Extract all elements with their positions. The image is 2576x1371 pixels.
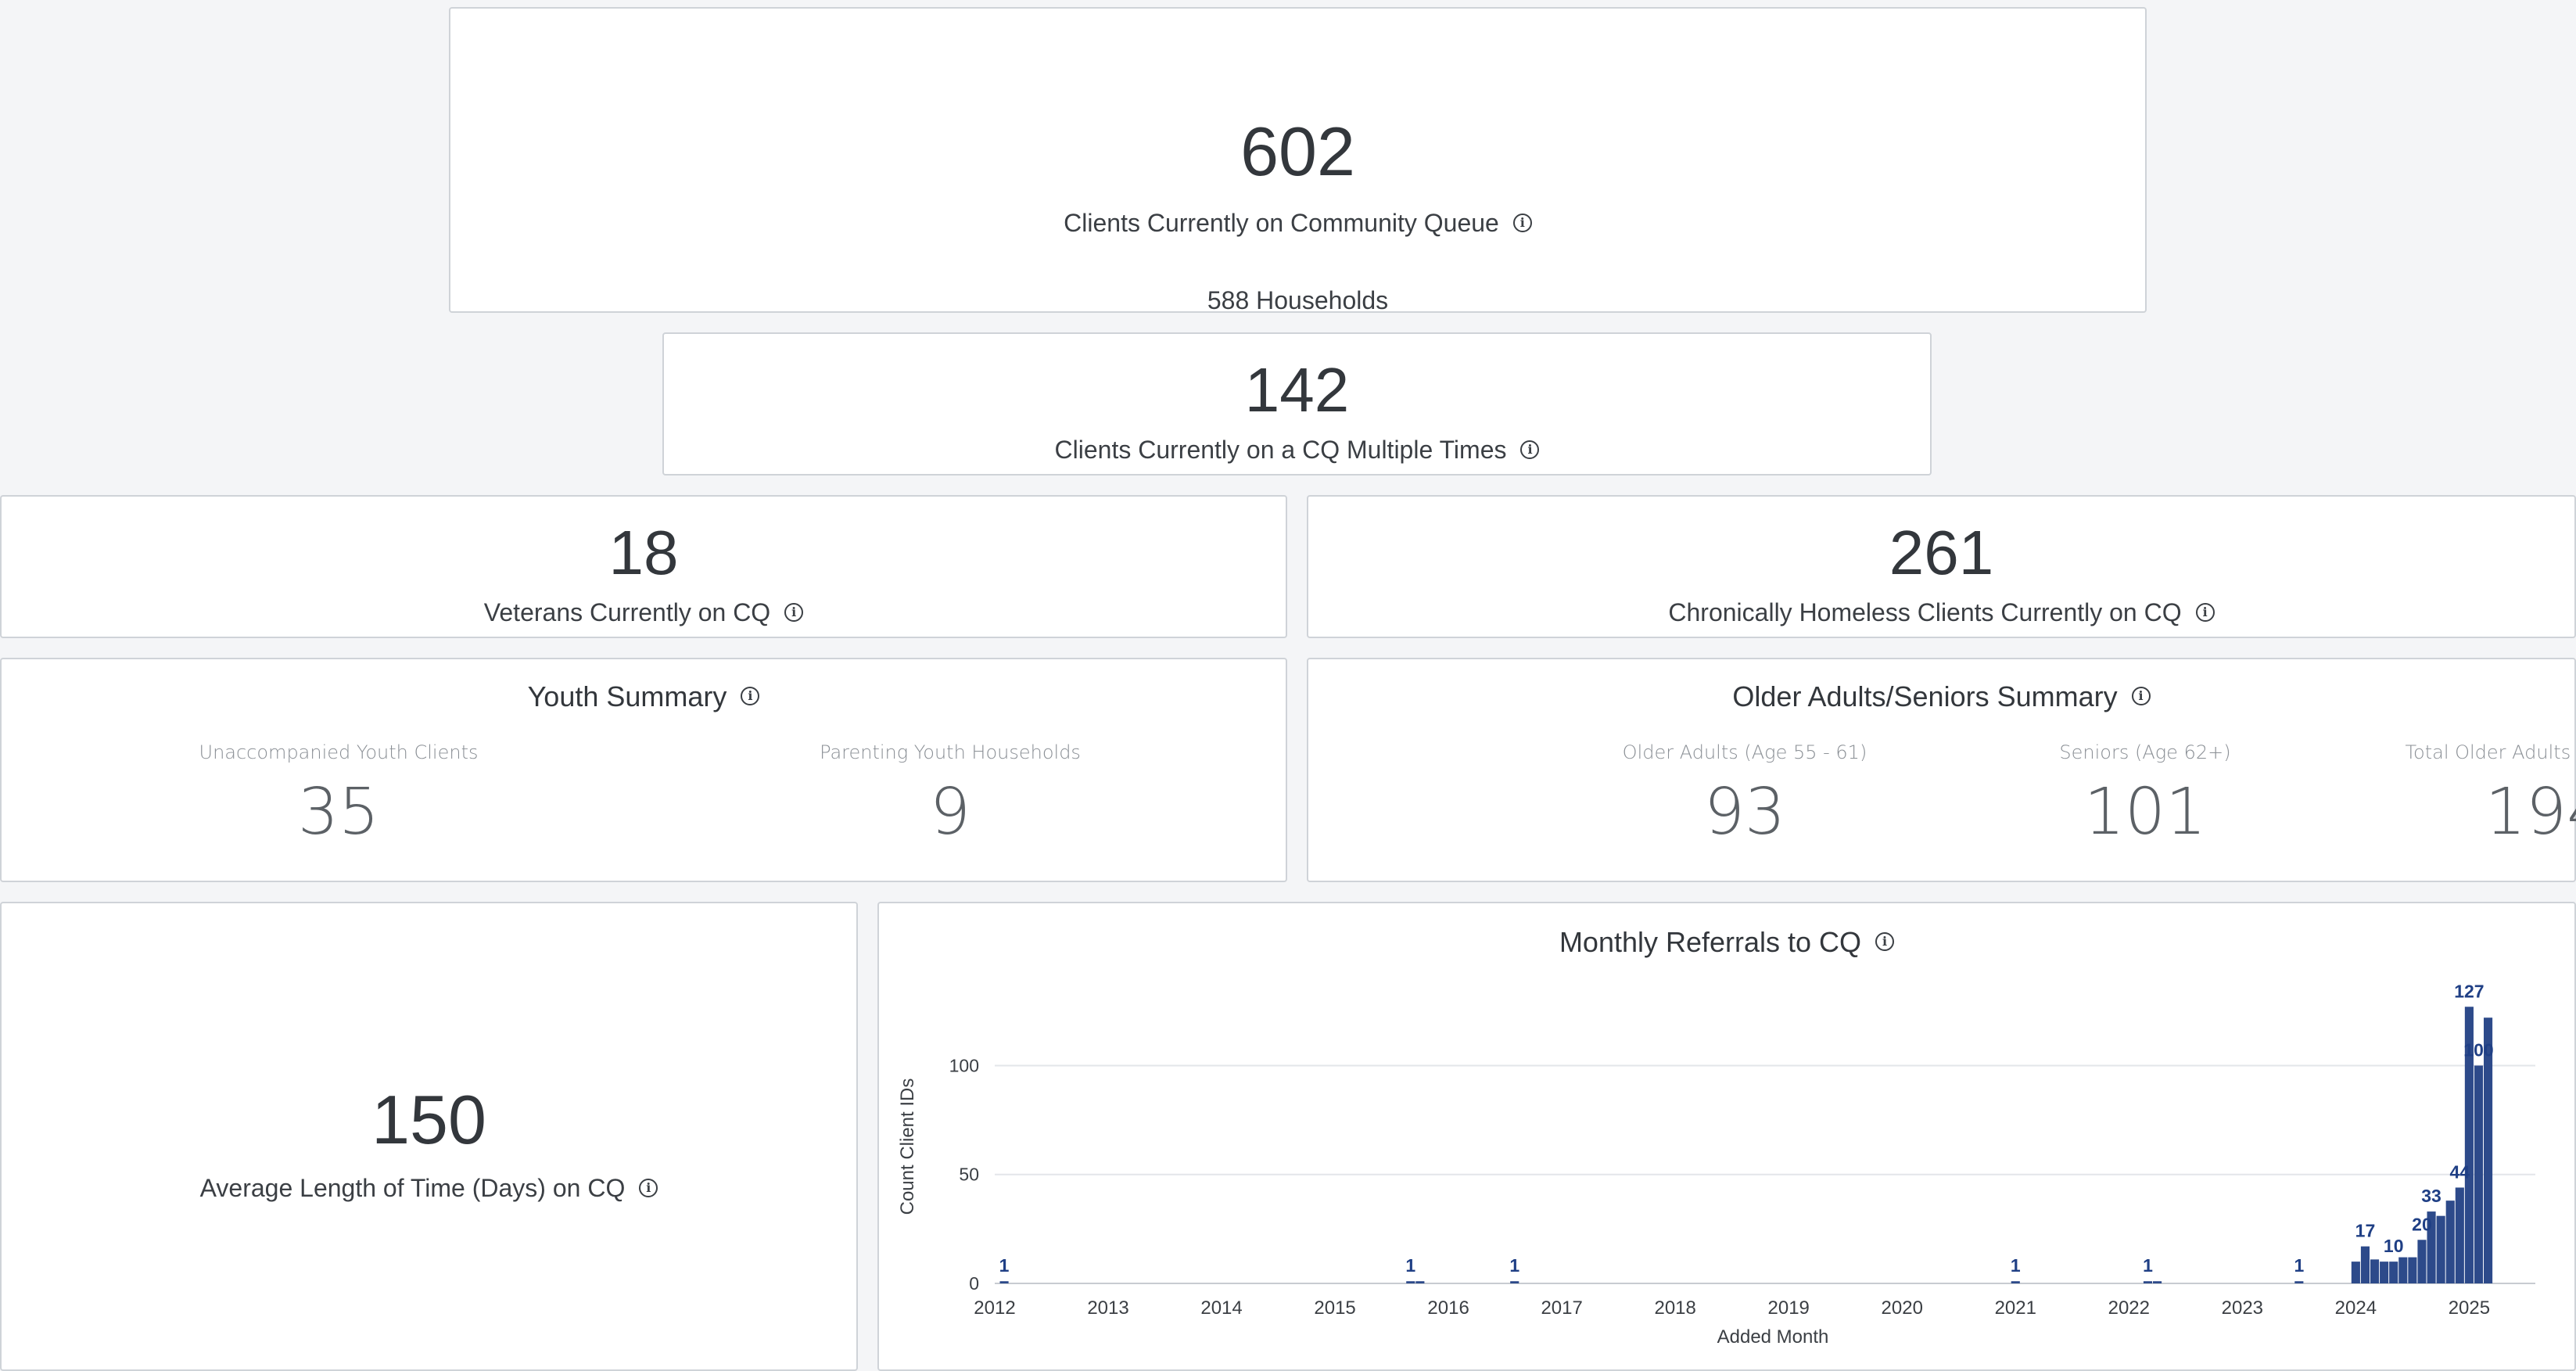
parenting-youth-label: Parenting Youth Households xyxy=(820,741,1081,763)
avg-time-label-row: Average Length of Time (Days) on CQ i xyxy=(2,1175,856,1201)
community-queue-label: Clients Currently on Community Queue xyxy=(1064,209,1499,237)
chart-bar[interactable] xyxy=(2360,1246,2370,1283)
chart-bar[interactable] xyxy=(2153,1281,2162,1283)
seniors-summary-card: Older Adults/Seniors Summary i Older Adul… xyxy=(1307,658,2576,882)
community-queue-label-row: Clients Currently on Community Queue i xyxy=(450,210,2145,235)
youth-summary-title: Youth Summary xyxy=(527,680,727,712)
y-tick-label: 50 xyxy=(959,1165,979,1185)
y-axis-label: Count Client IDs xyxy=(897,1078,918,1215)
community-queue-card: 602 Clients Currently on Community Queue… xyxy=(449,7,2147,313)
chart-bar[interactable] xyxy=(999,1281,1009,1283)
x-tick-label: 2012 xyxy=(974,1297,1015,1319)
veterans-card: 18 Veterans Currently on CQ i xyxy=(0,495,1287,638)
veterans-label: Veterans Currently on CQ xyxy=(483,598,771,626)
chart-bar[interactable] xyxy=(2011,1281,2020,1283)
y-tick-label: 0 xyxy=(969,1273,979,1294)
total-seniors-value: 194 xyxy=(2485,775,2576,849)
x-tick-label: 2019 xyxy=(1768,1297,1810,1319)
info-icon[interactable]: i xyxy=(741,687,760,706)
x-tick-label: 2016 xyxy=(1427,1297,1469,1319)
data-label: 1 xyxy=(1509,1255,1519,1276)
chart-bar[interactable] xyxy=(2436,1215,2445,1283)
data-label: 1 xyxy=(1405,1255,1415,1276)
x-tick-label: 2020 xyxy=(1882,1297,1923,1319)
chart-bar[interactable] xyxy=(2380,1262,2389,1283)
avg-time-card: 150 Average Length of Time (Days) on CQ i xyxy=(0,902,858,1371)
chart-bar[interactable] xyxy=(2445,1201,2455,1283)
seniors-summary-title-row: Older Adults/Seniors Summary i xyxy=(1308,683,2574,711)
x-tick-label: 2013 xyxy=(1087,1297,1128,1319)
data-label: 20 xyxy=(2412,1214,2432,1234)
data-label: 100 xyxy=(2463,1039,2493,1060)
chronic-homeless-card: 261 Chronically Homeless Clients Current… xyxy=(1307,495,2576,638)
data-label: 1 xyxy=(2294,1255,2304,1276)
chart-bar[interactable] xyxy=(2398,1257,2408,1283)
data-label: 127 xyxy=(2454,981,2484,1001)
avg-time-label: Average Length of Time (Days) on CQ xyxy=(199,1174,626,1202)
chart-bar[interactable] xyxy=(2455,1187,2464,1283)
chart-bar[interactable] xyxy=(1510,1281,1519,1283)
x-tick-label: 2017 xyxy=(1541,1297,1582,1319)
veterans-label-row: Veterans Currently on CQ i xyxy=(2,600,1286,625)
info-icon[interactable]: i xyxy=(2131,687,2151,706)
chart-bar[interactable] xyxy=(2389,1262,2398,1283)
chart-bar[interactable] xyxy=(1406,1281,1415,1283)
data-label: 1 xyxy=(2143,1255,2153,1276)
info-icon[interactable]: i xyxy=(1520,440,1540,459)
chart-bar[interactable] xyxy=(2417,1240,2427,1283)
seniors-value: 101 xyxy=(2083,775,2207,849)
veterans-count: 18 xyxy=(608,518,679,587)
info-icon[interactable]: i xyxy=(2195,602,2215,622)
chronic-homeless-count: 261 xyxy=(1889,518,1994,587)
households-count: 588 Households xyxy=(1207,286,1389,314)
x-tick-label: 2023 xyxy=(2222,1297,2263,1319)
chart-bar[interactable] xyxy=(2370,1259,2380,1283)
x-tick-label: 2018 xyxy=(1654,1297,1695,1319)
chart-bar[interactable] xyxy=(2294,1281,2304,1283)
data-label: 1 xyxy=(2011,1255,2021,1276)
older-adults-label: Older Adults (Age 55 - 61) xyxy=(1622,741,1867,763)
unaccompanied-youth-label: Unaccompanied Youth Clients xyxy=(199,741,479,763)
youth-summary-title-row: Youth Summary i xyxy=(2,683,1286,711)
community-queue-count: 602 xyxy=(1240,113,1355,190)
multiple-times-card: 142 Clients Currently on a CQ Multiple T… xyxy=(662,332,1932,476)
data-label: 44 xyxy=(2450,1161,2470,1182)
monthly-referrals-card: Monthly Referrals to CQ i 0 50 100 1 1 1 1 1 1 17… xyxy=(877,902,2576,1371)
info-icon[interactable]: i xyxy=(639,1178,658,1197)
total-seniors-label: Total Older Adults and Seniors xyxy=(2405,741,2576,763)
x-tick-label: 2024 xyxy=(2335,1297,2377,1319)
data-label: 17 xyxy=(2355,1221,2376,1241)
chronic-homeless-label-row: Chronically Homeless Clients Currently o… xyxy=(1308,600,2574,625)
chart-bar[interactable] xyxy=(2351,1262,2360,1283)
chart-bar[interactable] xyxy=(2474,1065,2484,1283)
seniors-summary-title: Older Adults/Seniors Summary xyxy=(1732,680,2118,712)
parenting-youth-value: 9 xyxy=(929,775,971,849)
monthly-referrals-chart: 0 50 100 1 1 1 1 1 1 17 10 20 33 44 127 100 2012 2013 20… xyxy=(897,981,2535,1348)
avg-time-count: 150 xyxy=(371,1081,486,1158)
chart-bar[interactable] xyxy=(2143,1281,2153,1283)
chart-bar[interactable] xyxy=(2408,1257,2417,1283)
older-adults-value: 93 xyxy=(1703,775,1786,849)
x-tick-label: 2021 xyxy=(1995,1297,2036,1319)
x-tick-label: 2025 xyxy=(2449,1297,2490,1319)
seniors-label: Seniors (Age 62+) xyxy=(2059,741,2231,763)
data-label: 33 xyxy=(2421,1186,2441,1206)
x-axis-label: Added Month xyxy=(1717,1326,1829,1348)
x-tick-label: 2014 xyxy=(1200,1297,1242,1319)
info-icon[interactable]: i xyxy=(784,602,804,622)
chart-bar[interactable] xyxy=(1415,1281,1425,1283)
data-label: 10 xyxy=(2384,1236,2404,1256)
y-tick-label: 100 xyxy=(949,1055,979,1075)
x-tick-label: 2022 xyxy=(2108,1297,2150,1319)
info-icon[interactable]: i xyxy=(1512,213,1532,232)
multiple-times-label: Clients Currently on a CQ Multiple Times xyxy=(1054,436,1507,464)
multiple-times-count: 142 xyxy=(1244,355,1350,425)
multiple-times-label-row: Clients Currently on a CQ Multiple Times… xyxy=(664,437,1930,462)
chronic-homeless-label: Chronically Homeless Clients Currently o… xyxy=(1668,598,2182,626)
unaccompanied-youth-value: 35 xyxy=(297,775,380,849)
x-tick-label: 2015 xyxy=(1314,1297,1355,1319)
data-label: 1 xyxy=(999,1255,1010,1276)
youth-summary-card: Youth Summary i Unaccompanied Youth Clien… xyxy=(0,658,1287,882)
